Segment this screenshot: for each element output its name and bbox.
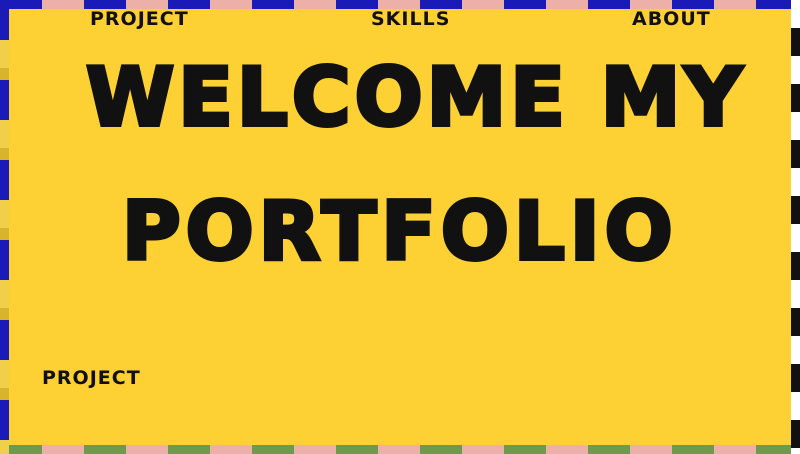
nav-link-project[interactable]: PROJECT bbox=[90, 10, 189, 29]
right-striped-border bbox=[791, 0, 800, 454]
left-striped-border bbox=[0, 0, 9, 454]
bottom-striped-border bbox=[0, 445, 800, 454]
hero-heading-line2: PORTFOLIO bbox=[120, 185, 678, 278]
nav-link-skills[interactable]: SKILLS bbox=[371, 10, 450, 29]
project-section-label: PROJECT bbox=[42, 367, 141, 389]
hero-heading-line1: WELCOME MY bbox=[84, 51, 747, 144]
nav-link-about[interactable]: ABOUT bbox=[632, 10, 711, 29]
